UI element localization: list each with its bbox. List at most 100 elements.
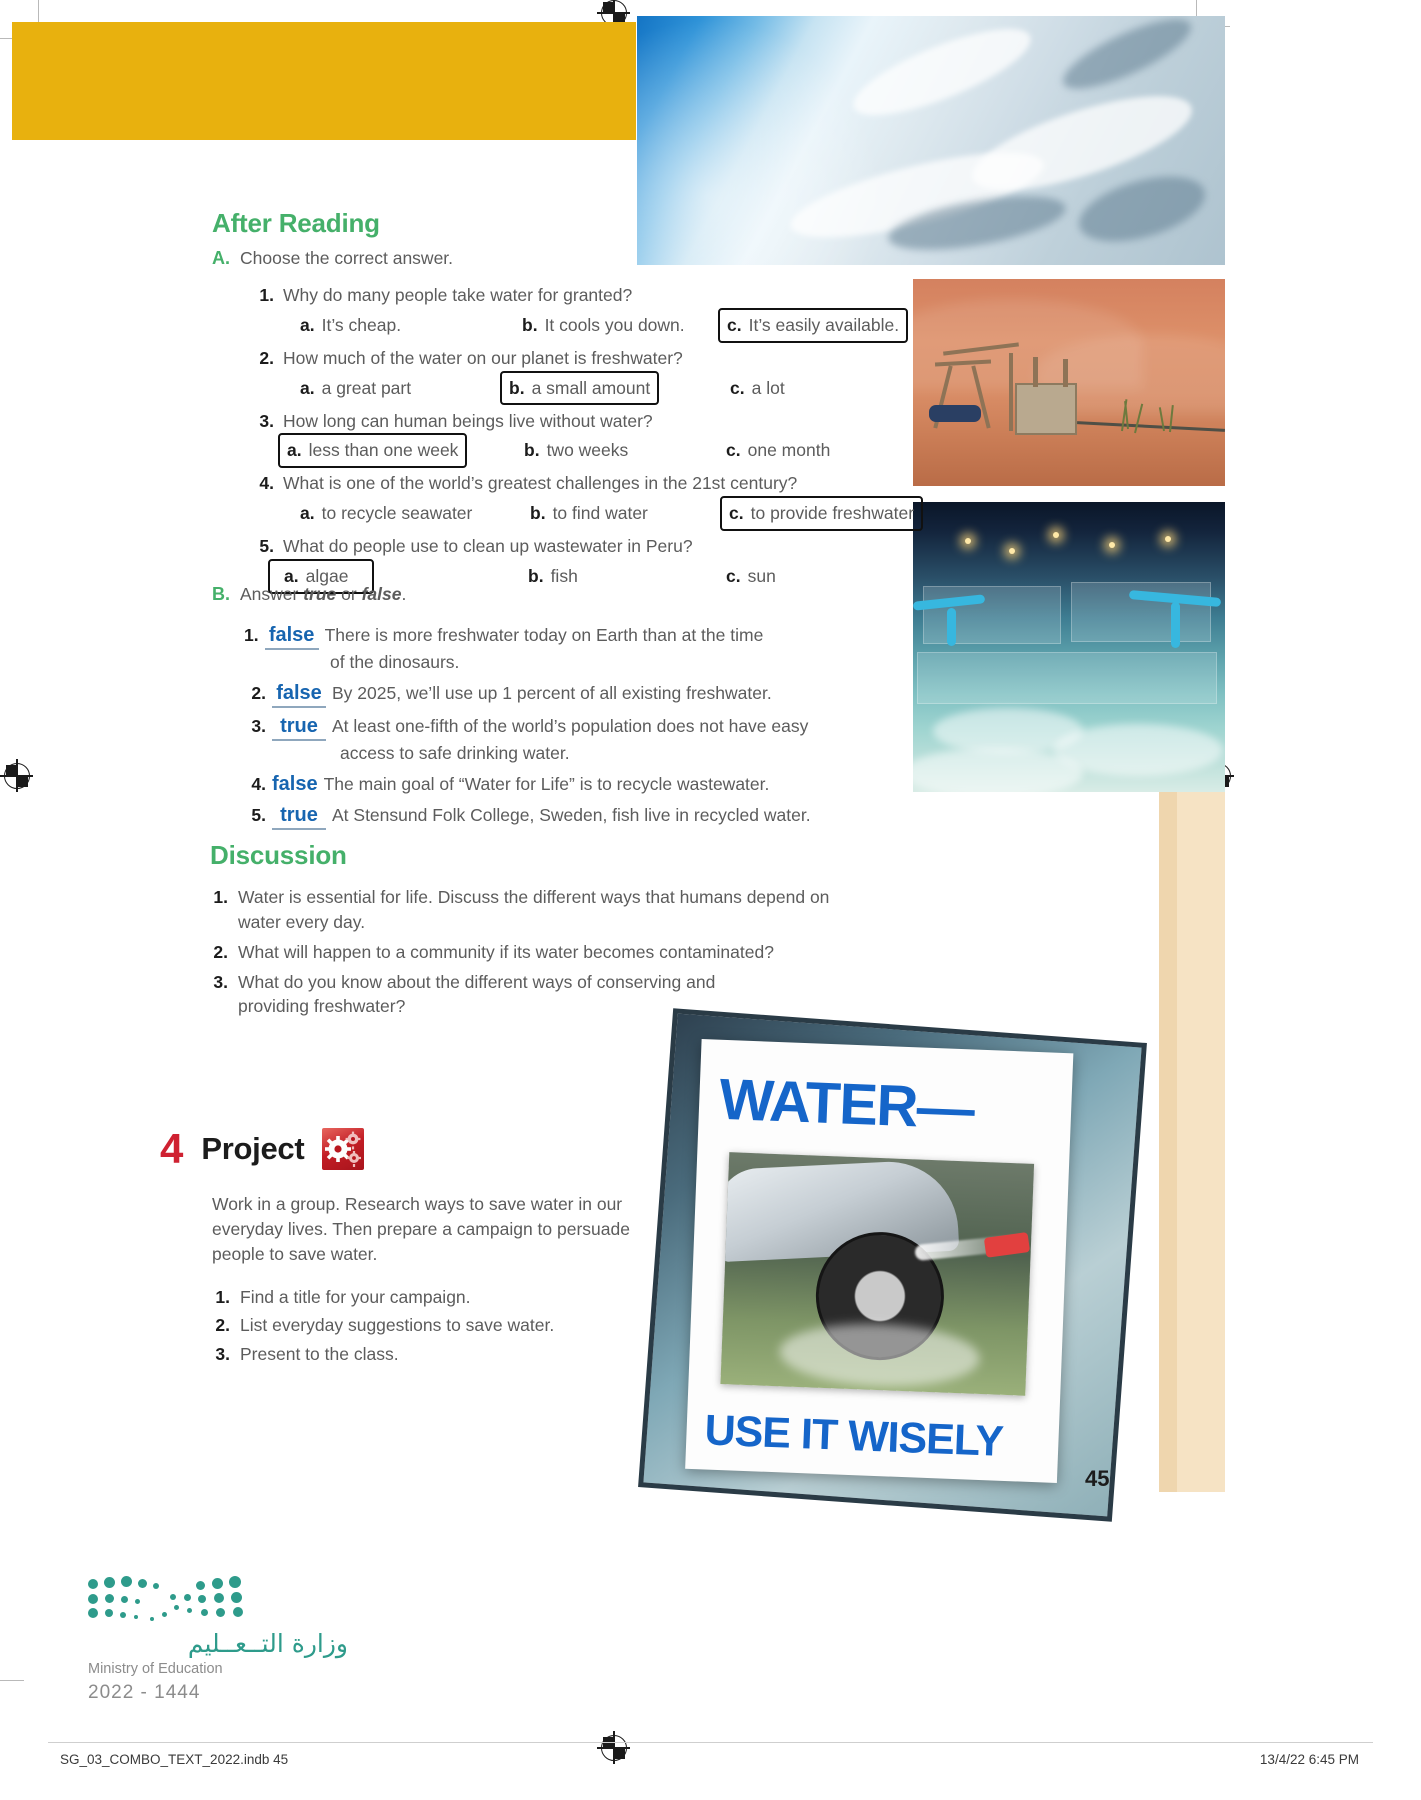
tf-item-5-row: 5. true At Stensund Folk College, Sweden… [244,803,932,830]
question-4-option-c[interactable]: c. to provide freshwater [720,496,924,532]
page-number: 45 [1085,1466,1110,1491]
tf-item-4-row: 4. false The main goal of “Water for Lif… [244,772,932,797]
footer-divider [48,1742,1373,1743]
question-2-stem: 2. How much of the water on our planet i… [254,346,932,371]
tf-item-2-answer[interactable]: false [272,682,326,708]
question-2: 2. How much of the water on our planet i… [254,346,932,406]
car-wash-photo [720,1152,1035,1396]
discussion-item-3-number: 3. [213,971,228,992]
instruction-true: true [303,584,337,604]
option-text: a small amount [531,377,651,398]
question-3-option-c[interactable]: c. one month [720,435,836,466]
tf-item-3-row: 3. true At least one-fifth of the world’… [244,714,932,741]
question-3-option-a[interactable]: a. less than one week [278,433,468,469]
option-text: It’s cheap. [321,314,402,335]
instruction-false: false [361,584,402,604]
question-3-text: How long can human beings live without w… [283,410,653,431]
discussion-heading: Discussion [210,840,347,870]
poster-subtitle: USE IT WISELY [703,1406,1004,1466]
tf-item-1-answer[interactable]: false [264,624,319,650]
question-3-option-b[interactable]: b. two weeks [518,435,634,466]
option-letter: c. [726,440,741,461]
tf-item-5-answer[interactable]: true [272,804,326,830]
project-step-2-number: 2. [215,1315,230,1336]
instruction-mid: or [336,584,362,604]
option-letter: b. [522,314,538,335]
question-3-stem: 3. How long can human beings live withou… [254,409,932,434]
instruction-pre: Answer [240,584,304,604]
section-b-items: 1. false There is more freshwater today … [244,623,932,830]
question-3: 3. How long can human beings live withou… [254,409,932,469]
option-letter: c. [730,377,745,398]
tf-item-4: 4. false The main goal of “Water for Lif… [244,772,932,797]
option-letter: b. [530,503,546,524]
question-1-option-a[interactable]: a. It’s cheap. [294,310,407,341]
option-letter: c. [729,503,744,524]
option-letter: a. [287,440,302,461]
tf-item-3-text: At least one-fifth of the world’s popula… [332,715,809,736]
question-5-number: 5. [259,536,274,557]
option-text: It’s easily available. [748,314,900,335]
question-2-text: How much of the water on our planet is f… [283,347,683,368]
question-1-number: 1. [259,284,274,305]
water-campaign-poster: WATER— USE IT WISELY [638,1008,1147,1522]
tf-item-2-number: 2. [251,682,266,703]
section-b: B. Answer true or false. 1. false There … [212,582,932,830]
project-steps: 1. Find a title for your campaign. 2. Li… [212,1285,680,1368]
tf-item-3-answer[interactable]: true [272,715,326,741]
project-step-1-number: 1. [215,1286,230,1307]
option-text: two weeks [546,440,629,461]
question-2-option-b[interactable]: b. a small amount [500,370,660,406]
moe-arabic-name: وزارة التــعــليم [187,1629,348,1658]
option-letter: c. [727,314,742,335]
poster-sheet: WATER— USE IT WISELY [685,1039,1074,1484]
question-4-option-a[interactable]: a. to recycle seawater [294,498,478,529]
after-reading-heading: After Reading [212,208,380,238]
tf-item-2: 2. false By 2025, we’ll use up 1 percent… [244,681,932,708]
moe-english-name: Ministry of Education [88,1661,223,1677]
footer-timestamp: 13/4/22 6:45 PM [1259,1752,1359,1767]
tf-item-1-continuation: of the dinosaurs. [330,651,460,672]
question-1-option-c[interactable]: c. It’s easily available. [718,307,909,343]
discussion-item-1-number: 1. [213,887,228,907]
option-text: a lot [751,377,785,398]
section-b-instruction: Answer true or false. [240,582,406,607]
discussion-item-2-number: 2. [213,941,228,962]
tf-item-1: 1. false There is more freshwater today … [244,623,932,675]
project-step-2-text: List everyday suggestions to save water. [240,1315,555,1336]
section-a-instruction-row: A. Choose the correct answer. [212,246,932,271]
option-letter: a. [300,503,315,524]
crop-mark-bottom-left [0,1680,24,1681]
tf-item-3-number: 3. [251,715,266,736]
section-a: A. Choose the correct answer. 1. Why do … [212,246,932,594]
question-1-stem: 1. Why do many people take water for gra… [254,283,932,308]
question-1-option-b[interactable]: b. It cools you down. [516,310,691,341]
tf-item-4-answer[interactable]: false [270,773,320,797]
tf-item-3: 3. true At least one-fifth of the world’… [244,714,932,766]
discussion-item-1-continuation: water every day. [238,911,366,932]
discussion-item-1-text: Water is essential for life. Discuss the… [238,887,830,907]
question-3-options: a. less than one week b. two weeks c. on… [254,433,932,469]
project-step-3: 3. Present to the class. [212,1342,680,1367]
question-4-options: a. to recycle seawater b. to find water … [254,496,932,532]
question-1-text: Why do many people take water for grante… [283,284,633,305]
tf-item-1-number: 1. [244,624,259,645]
question-2-option-a[interactable]: a. a great part [294,373,417,404]
section-b-letter: B. [212,584,230,604]
project-step-3-text: Present to the class. [240,1344,399,1365]
tf-item-1-row: 1. false There is more freshwater today … [244,623,932,650]
tf-item-2-row: 2. false By 2025, we’ll use up 1 percent… [244,681,932,708]
moe-dots-emblem-icon [88,1575,258,1623]
option-text: a great part [321,377,412,398]
tf-item-5-text: At Stensund Folk College, Sweden, fish l… [332,804,811,825]
discussion-item-2-row: 2. What will happen to a community if it… [210,940,930,965]
option-letter: b. [524,440,540,461]
option-letter: b. [509,377,525,398]
ministry-of-education-logo: وزارة التــعــليم Ministry of Education … [88,1575,348,1704]
question-2-option-c[interactable]: c. a lot [724,373,791,404]
project-section: 4 Project Work in a group. Research ways… [160,1128,680,1367]
question-4-option-b[interactable]: b. to find water [524,498,654,529]
section-b-instruction-row: B. Answer true or false. [212,582,932,607]
water-treatment-plant-photo [913,502,1225,792]
desert-water-well-photo [913,279,1225,486]
